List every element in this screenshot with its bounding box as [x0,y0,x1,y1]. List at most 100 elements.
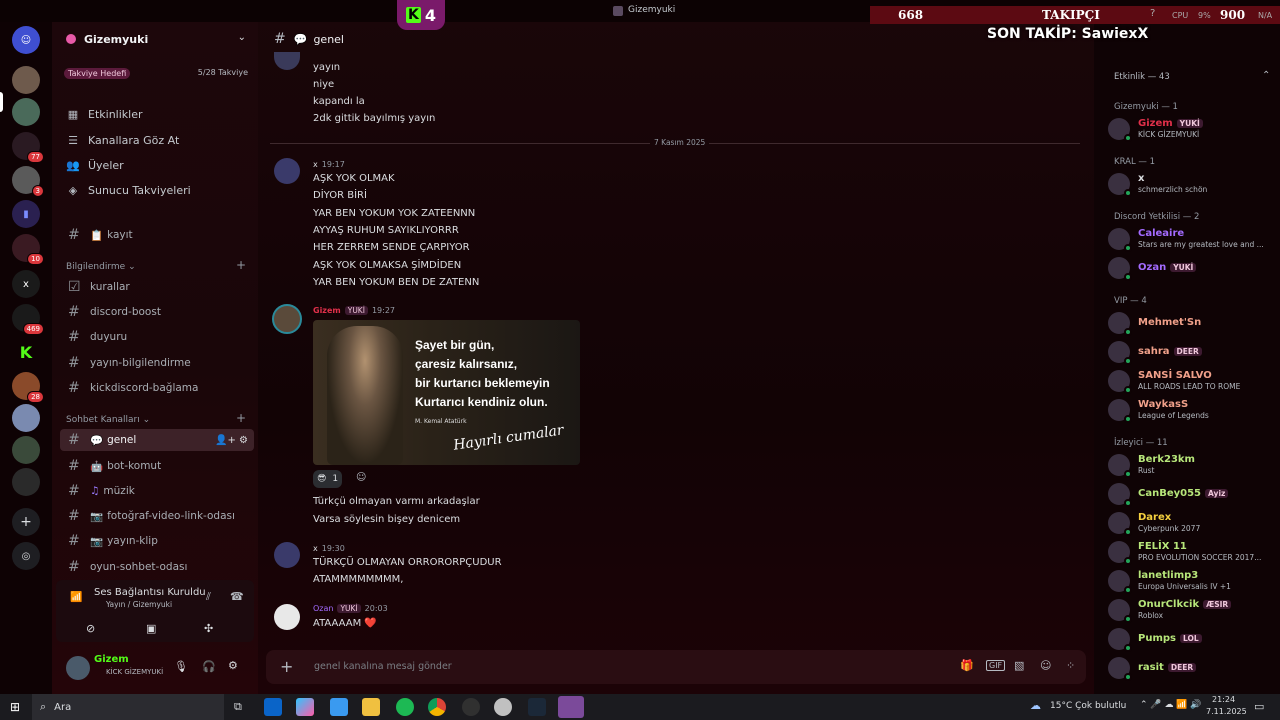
clock-date[interactable]: 7.11.2025 [1206,707,1247,716]
username[interactable]: Gizem [94,654,129,665]
spotify-icon[interactable] [396,698,414,716]
apps-icon[interactable]: ⁘ [1066,659,1075,672]
member-row[interactable]: x schmerzlich schön [1108,171,1276,197]
windows-start-icon[interactable]: ⊞ [10,700,20,714]
weather[interactable]: 15°C Çok bulutlu [1050,701,1126,711]
avatar[interactable] [274,52,300,70]
discover-icon[interactable]: ◎ [12,542,40,570]
server-icon[interactable]: 10 [12,234,44,265]
add-channel-icon[interactable]: + [236,258,246,272]
avatar[interactable] [274,604,300,630]
mic-icon[interactable]: 🎙 [174,660,188,673]
gift-icon[interactable]: 🎁 [960,659,974,672]
message-input[interactable]: genel kanalına mesaj gönder [314,661,452,672]
channel-kayit[interactable]: # 📋 kayıt [60,224,254,246]
member-row[interactable]: Darex Cyberpunk 2077 [1108,510,1276,536]
clock-time[interactable]: 21:24 [1212,695,1235,704]
app-icon[interactable] [494,698,512,716]
nav-events[interactable]: ▦ Etkinlikler [66,108,143,121]
voice-location[interactable]: Yayın / Gizemyuki [106,600,172,609]
channel-fotograf[interactable]: # 📷 fotoğraf-video-link-odası [60,505,254,527]
author[interactable]: x [313,544,318,553]
member-row[interactable]: OnurClkcik ÆSIR Roblox [1108,597,1276,623]
avatar[interactable] [274,158,300,184]
add-reaction-icon[interactable]: ☺ [356,472,366,483]
member-row[interactable]: Berk23km Rust [1108,452,1276,478]
server-icon[interactable] [12,66,40,94]
emoji-icon[interactable]: ☺ [1040,659,1051,672]
avatar[interactable] [274,542,300,568]
gear-icon[interactable]: ⚙ [228,659,238,672]
chevron-up-icon[interactable]: ⌃ [1262,70,1270,81]
category-info[interactable]: Bilgilendirme ⌄ [66,262,136,272]
voice-status[interactable]: Ses Bağlantısı Kuruldu [94,587,206,598]
sticker-icon[interactable]: ▧ [1014,659,1024,672]
channel-discord-boost[interactable]: # discord-boost [60,301,254,323]
member-row[interactable]: lanetlimp3 Europa Universalis IV +1 [1108,568,1276,594]
channel-yayin-klip[interactable]: # 📷 yayın-klip [60,530,254,552]
activity-header[interactable]: Etkinlik — 43 [1114,72,1170,82]
noise-icon[interactable]: ⫽ [206,590,211,604]
member-row[interactable]: rasit DEER [1108,655,1276,681]
avatar[interactable] [66,656,90,680]
headphones-icon[interactable]: 🎧 [202,660,216,673]
category-chat[interactable]: Sohbet Kanalları ⌄ [66,415,150,425]
member-row[interactable]: Caleaire Stars are my greatest love and .… [1108,226,1276,252]
server-icon[interactable]: x [12,270,40,298]
member-row[interactable]: Pumps LOL [1108,626,1276,652]
member-row[interactable]: sahra DEER [1108,339,1276,365]
plus-icon[interactable]: + [280,657,293,676]
channel-muzik[interactable]: # ♫ müzik [60,480,254,502]
channel-kickdiscord[interactable]: # kickdiscord-bağlama [60,377,254,399]
channel-oyun-sohbet[interactable]: # oyun-sohbet-odası [60,556,254,578]
obs-icon[interactable] [462,698,480,716]
channel-yayin-bilgilendirme[interactable]: # yayın-bilgilendirme [60,352,254,374]
activities-icon[interactable]: ✣ [204,622,213,635]
server-icon[interactable]: 28 [12,372,44,403]
store-icon[interactable] [330,698,348,716]
gif-icon[interactable]: GIF [986,660,1006,671]
member-row[interactable]: SANSİ SALVO ALL ROADS LEAD TO ROME [1108,368,1276,394]
server-icon[interactable]: 469 [12,304,44,335]
add-server-icon[interactable]: + [12,508,40,536]
nav-browse-channels[interactable]: ☰ Kanallara Göz At [66,134,179,147]
member-row[interactable]: Mehmet'Sn [1108,310,1276,336]
discord-taskbar-icon[interactable] [558,696,584,718]
server-icon[interactable] [12,468,40,496]
member-row[interactable]: FELİX 11 PRO EVOLUTION SOCCER 2017... [1108,539,1276,565]
screen-share-icon[interactable]: ▣ [146,622,156,635]
image-attachment[interactable]: Şayet bir gün, çaresiz kalırsanız, bir k… [313,320,580,465]
copilot-icon[interactable] [296,698,314,716]
notification-icon[interactable]: ▭ [1254,700,1264,713]
member-row[interactable]: Ozan YUKİ [1108,255,1276,281]
reaction[interactable]: 😎 1 [313,470,343,488]
camera-off-icon[interactable]: ⊘ [86,622,95,635]
steam-icon[interactable] [528,698,546,716]
task-view-icon[interactable]: ⧉ [234,700,242,714]
boost-goal-bar[interactable]: Takviye Hedefi 5/28 Takviye [64,68,248,79]
chrome-icon[interactable] [428,698,446,716]
server-header[interactable]: Gizemyuki ⌄ [52,22,258,56]
outlook-icon[interactable] [264,698,282,716]
explorer-icon[interactable] [362,698,380,716]
nav-members[interactable]: 👥 Üyeler [66,159,124,172]
author[interactable]: Gizem [313,306,341,315]
folder-icon[interactable]: ▮ [12,200,40,228]
channel-settings-icon[interactable]: 👤+ ⚙ [215,435,248,446]
channel-genel[interactable]: # 💬 genel 👤+ ⚙ [60,429,254,451]
avatar[interactable] [272,304,302,334]
author[interactable]: x [313,160,318,169]
server-icon[interactable]: 77 [12,132,44,163]
server-icon[interactable]: 3 [12,166,44,197]
nav-boosts[interactable]: ◈ Sunucu Takviyeleri [66,184,191,197]
server-icon[interactable] [12,404,40,432]
channel-bot-komut[interactable]: # 🤖 bot-komut [60,455,254,477]
add-channel-icon[interactable]: + [236,411,246,425]
member-row[interactable]: WaykasS League of Legends [1108,397,1276,423]
kick-server-icon[interactable]: K [12,338,40,366]
author[interactable]: Ozan [313,604,333,613]
home-button[interactable]: ☺ [12,26,40,54]
server-icon[interactable] [12,98,40,126]
channel-kurallar[interactable]: ☑ kurallar [60,276,254,298]
taskbar-search[interactable]: ⌕ Ara [32,694,224,720]
